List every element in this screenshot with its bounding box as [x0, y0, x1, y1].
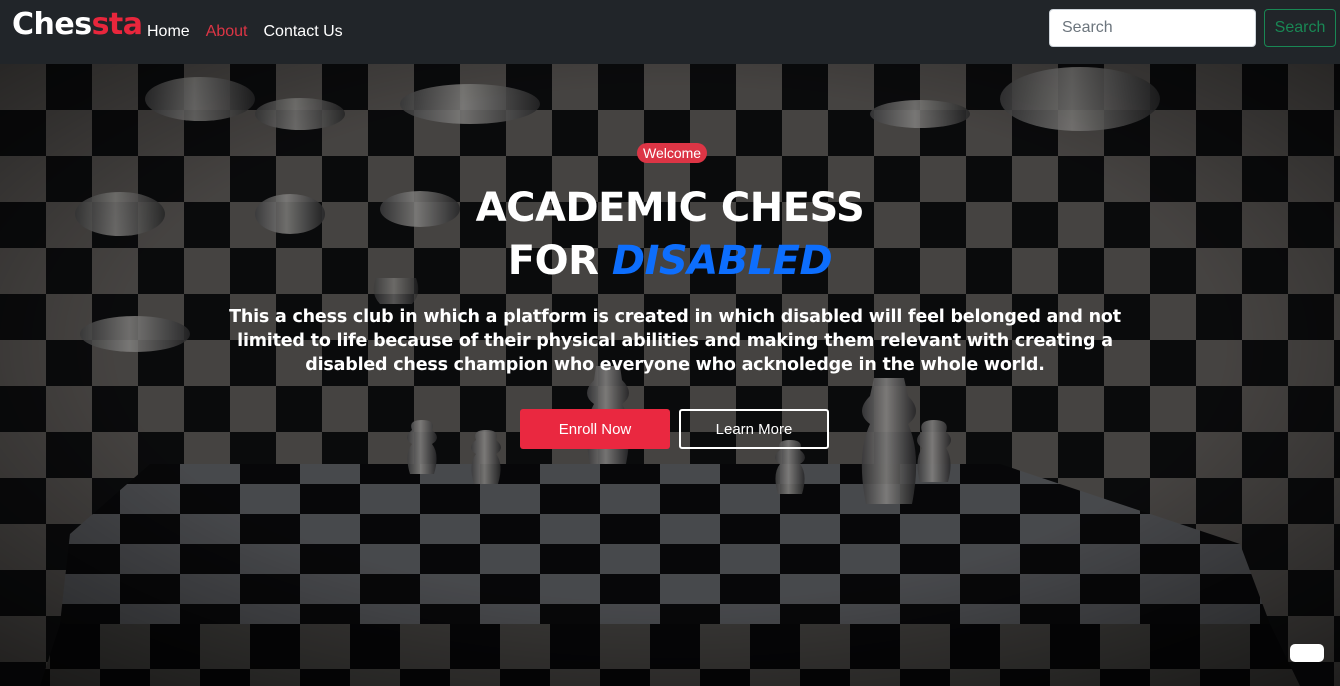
hero-title-prefix: FOR: [507, 238, 612, 284]
nav-link-about[interactable]: About: [206, 23, 248, 41]
brand-part-2: sta: [91, 7, 143, 42]
nav-link-home[interactable]: Home: [147, 23, 190, 41]
floating-widget-icon[interactable]: [1290, 644, 1324, 662]
search-button[interactable]: Search: [1264, 9, 1336, 47]
hero-title-accent: DISABLED: [611, 238, 833, 284]
hero-description: This a chess club in which a platform is…: [229, 307, 1121, 375]
nav-link-contact[interactable]: Contact Us: [264, 23, 343, 41]
hero-section: Welcome ACADEMIC CHESS FOR DISABLED This…: [0, 64, 1340, 686]
search-input[interactable]: [1049, 9, 1256, 47]
enroll-now-button[interactable]: Enroll Now: [520, 409, 670, 449]
hero-title-line-1: ACADEMIC CHESS: [475, 185, 865, 231]
hero-title: ACADEMIC CHESS FOR DISABLED: [0, 182, 1340, 288]
learn-more-button[interactable]: Learn More: [679, 409, 829, 449]
brand-part-1: Ches: [12, 7, 92, 42]
navbar: Chessta Home About Contact Us Search: [0, 0, 1340, 64]
brand-logo[interactable]: Chessta: [12, 7, 143, 42]
nav-links: Home About Contact Us: [147, 0, 343, 64]
welcome-badge: Welcome: [637, 143, 708, 163]
